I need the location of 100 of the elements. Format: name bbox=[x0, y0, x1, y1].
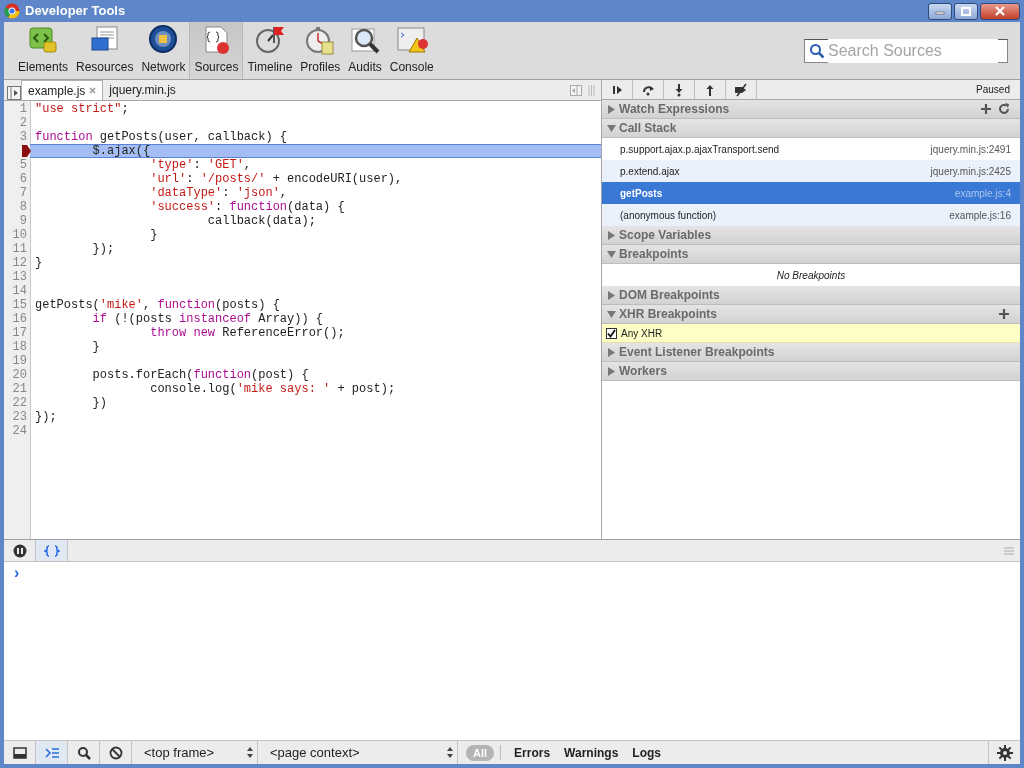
code-line: posts.forEach(function(post) { bbox=[91, 368, 309, 382]
code-line: }) bbox=[91, 396, 107, 410]
line-number: 5 bbox=[19, 158, 27, 172]
section-toggle[interactable]: Event Listener Breakpoints bbox=[607, 343, 775, 361]
search-icon bbox=[809, 42, 825, 59]
panel-tab[interactable]: Timeline bbox=[243, 22, 297, 79]
close-button[interactable] bbox=[980, 2, 1020, 20]
updown-arrows-icon bbox=[447, 747, 453, 758]
code-line: } bbox=[35, 256, 43, 270]
line-number: 3 bbox=[19, 130, 27, 144]
code-line: throw new ReferenceError(); bbox=[149, 326, 345, 340]
call-frame-row[interactable]: getPosts example.js:4 bbox=[602, 182, 1020, 204]
section-toggle[interactable]: Workers bbox=[607, 362, 667, 380]
updown-arrows-icon bbox=[247, 747, 253, 758]
file-tab[interactable]: example.js bbox=[21, 80, 104, 100]
function-name: (anonymous function) bbox=[620, 208, 717, 223]
line-number: 20 bbox=[12, 368, 27, 382]
resize-grip-icon bbox=[588, 84, 595, 96]
source-location[interactable]: jquery.min.js:2425 bbox=[930, 163, 1011, 179]
close-icon[interactable] bbox=[89, 87, 97, 94]
refresh-icon bbox=[998, 103, 1010, 115]
line-number: 14 bbox=[12, 284, 27, 298]
code-line: function getPosts(user, callback) { bbox=[35, 130, 288, 144]
panel-tab[interactable]: Profiles bbox=[296, 22, 345, 79]
panel-tab[interactable]: Elements bbox=[14, 22, 73, 79]
function-name: p.extend.ajax bbox=[620, 164, 680, 179]
add-button[interactable] bbox=[998, 308, 1010, 320]
frame-select[interactable]: <top frame> bbox=[132, 741, 258, 764]
sidebar-toggle-icon[interactable] bbox=[570, 84, 582, 96]
section-toggle[interactable]: Scope Variables bbox=[607, 226, 712, 244]
code-line: 'url': '/posts/' + encodeURI(user), bbox=[149, 172, 403, 186]
line-number: 23 bbox=[12, 410, 27, 424]
line-number: 8 bbox=[19, 200, 27, 214]
window-title: Developer Tools bbox=[25, 2, 126, 21]
line-number: 7 bbox=[19, 186, 27, 200]
search-field[interactable]: Search Sources bbox=[804, 38, 1008, 63]
source-location[interactable]: jquery.min.js:2491 bbox=[930, 141, 1011, 157]
panel-tab[interactable]: Network bbox=[137, 22, 190, 79]
source-location[interactable]: example.js:16 bbox=[949, 207, 1011, 223]
code-icon bbox=[27, 24, 59, 56]
drawer-grip-icon bbox=[1004, 546, 1014, 555]
minimize-button[interactable] bbox=[928, 2, 952, 20]
filter-button[interactable]: Errors bbox=[507, 743, 558, 762]
section-toggle[interactable]: DOM Breakpoints bbox=[607, 286, 720, 304]
maximize-icon bbox=[961, 6, 971, 16]
line-number: 19 bbox=[12, 354, 27, 368]
pretty-print-button[interactable] bbox=[36, 540, 68, 561]
code-line: }); bbox=[35, 410, 57, 424]
panel-tab[interactable]: Audits bbox=[344, 22, 386, 79]
call-frame-row[interactable]: p.support.ajax.p.ajaxTransport.send jquery.min.js:2491 bbox=[602, 138, 1020, 160]
settings-icon bbox=[996, 744, 1013, 761]
checkmark-icon bbox=[607, 328, 616, 338]
add-button[interactable] bbox=[980, 103, 992, 115]
line-number: 9 bbox=[19, 214, 27, 228]
function-name: p.support.ajax.p.ajaxTransport.send bbox=[620, 142, 780, 157]
line-number: 16 bbox=[12, 312, 27, 326]
section-toggle[interactable]: Watch Expressions bbox=[607, 100, 730, 118]
code-line: if (!(posts instanceof Array)) { bbox=[91, 312, 324, 326]
refresh-button[interactable] bbox=[998, 103, 1010, 115]
call-frame-row[interactable]: (anonymous function) example.js:16 bbox=[602, 204, 1020, 226]
prohibited-icon bbox=[108, 745, 123, 760]
console-prompt: › bbox=[14, 564, 20, 581]
panel-tab[interactable]: Resources bbox=[72, 22, 138, 79]
console-icon bbox=[44, 745, 59, 760]
code-line: getPosts('mike', function(posts) { bbox=[35, 298, 280, 312]
terminal-warning-icon bbox=[395, 24, 428, 56]
line-number: 18 bbox=[12, 340, 27, 354]
code-line: }); bbox=[91, 242, 115, 256]
line-number: 17 bbox=[12, 326, 27, 340]
code-line: console.log('mike says: ' + post); bbox=[149, 382, 396, 396]
browser-logo-icon bbox=[4, 3, 20, 19]
stopwatch-icon bbox=[304, 24, 337, 56]
code-line: } bbox=[91, 340, 100, 354]
filter-button[interactable]: Warnings bbox=[557, 743, 626, 762]
line-number: 24 bbox=[12, 424, 27, 438]
code-line: $.ajax({ bbox=[91, 144, 151, 158]
checkbox-label: Any XHR bbox=[621, 326, 663, 341]
panel-tab[interactable]: Sources bbox=[189, 22, 244, 79]
sidebar-toggle-icon[interactable] bbox=[7, 86, 21, 100]
function-name: getPosts bbox=[620, 186, 663, 201]
line-number: 13 bbox=[12, 270, 27, 284]
deactivate-breakpoints-icon bbox=[734, 82, 748, 97]
pause-icon bbox=[12, 543, 27, 558]
file-tab[interactable]: jquery.min.js bbox=[103, 80, 182, 100]
line-number: 11 bbox=[12, 242, 27, 256]
context-select[interactable]: <page context> bbox=[258, 741, 458, 764]
line-number: 1 bbox=[19, 102, 27, 116]
panel-tab[interactable]: Console bbox=[385, 22, 438, 79]
code-line: 'success': function(data) { bbox=[149, 200, 345, 214]
section-toggle[interactable]: XHR Breakpoints bbox=[607, 305, 718, 323]
close-icon bbox=[995, 6, 1005, 16]
section-toggle[interactable]: Breakpoints bbox=[607, 245, 689, 263]
code-line: "use strict"; bbox=[35, 102, 129, 116]
filter-button[interactable]: Logs bbox=[625, 743, 668, 762]
empty-message: No Breakpoints bbox=[776, 268, 846, 283]
call-frame-row[interactable]: p.extend.ajax jquery.min.js:2425 bbox=[602, 160, 1020, 182]
checkbox[interactable] bbox=[606, 327, 617, 339]
maximize-button[interactable] bbox=[954, 2, 978, 20]
code-line: } bbox=[149, 228, 158, 242]
section-toggle[interactable]: Call Stack bbox=[607, 119, 677, 137]
